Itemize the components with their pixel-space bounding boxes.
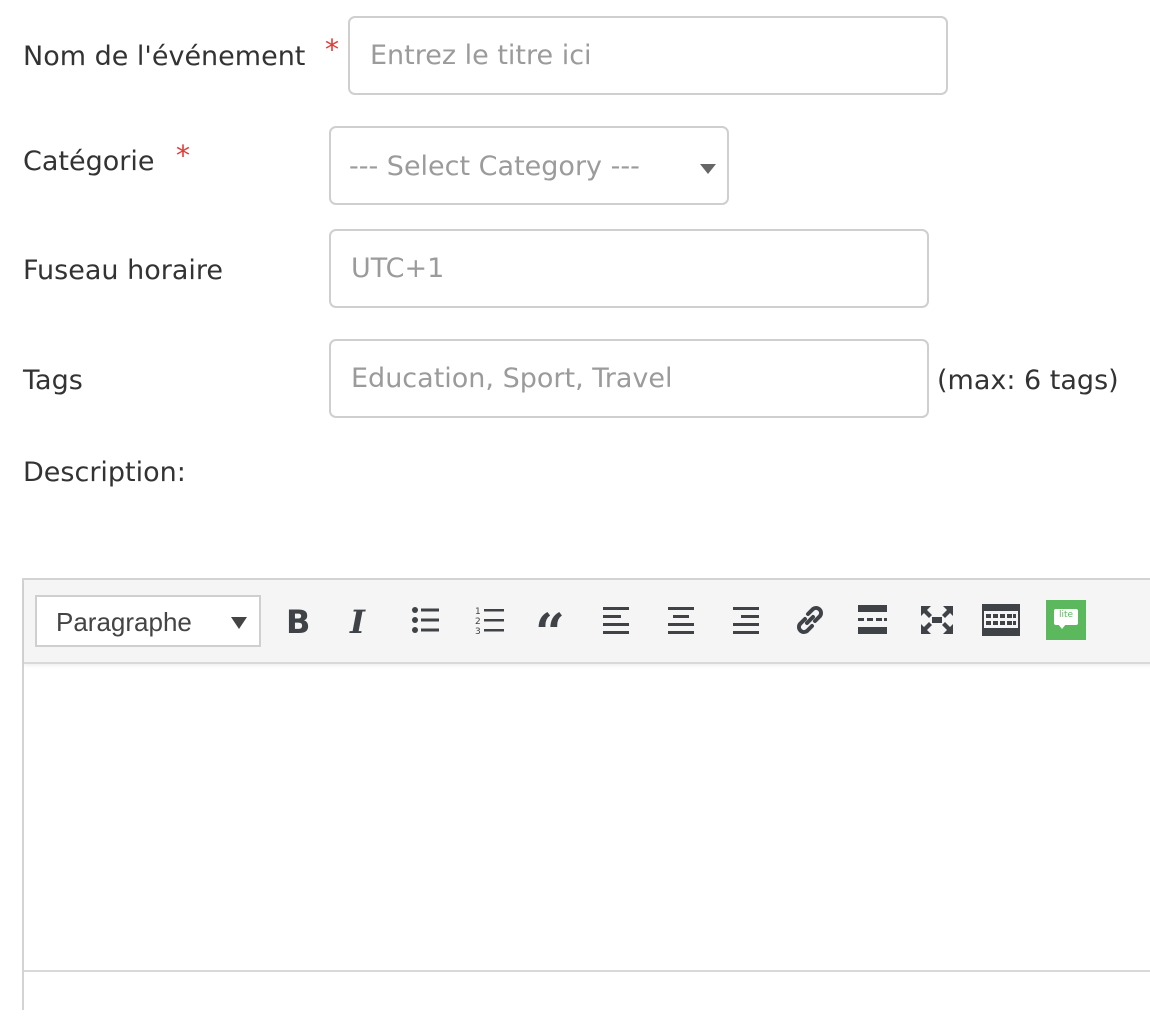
svg-text:“: “ (537, 605, 565, 635)
tags-label: Tags (23, 365, 83, 396)
bold-button[interactable]: B (275, 597, 321, 643)
align-center-button[interactable] (658, 597, 704, 643)
editor-status-bar (24, 970, 1150, 1010)
editor-content-area[interactable] (24, 662, 1150, 970)
numbered-list-button[interactable]: 1 2 3 (467, 597, 513, 643)
tags-input[interactable] (329, 339, 929, 418)
horizontal-rule-icon (858, 605, 887, 634)
bullet-list-button[interactable] (403, 597, 449, 643)
align-right-icon (733, 607, 759, 634)
lite-badge-text: lite (1058, 610, 1074, 620)
svg-text:I: I (349, 603, 366, 637)
svg-text:1: 1 (475, 607, 481, 617)
blockquote-button[interactable]: “ (531, 597, 577, 643)
category-label: Catégorie (23, 146, 155, 177)
editor-toolbar: Paragraphe B I 1 2 3 lite (24, 580, 1150, 664)
tags-hint: (max: 6 tags) (937, 365, 1119, 396)
lite-plugin-button[interactable]: lite (1043, 597, 1089, 643)
bullet-list-icon (412, 607, 439, 633)
table-icon (982, 604, 1020, 636)
align-left-button[interactable] (594, 597, 640, 643)
svg-text:2: 2 (475, 617, 481, 627)
align-center-icon (668, 607, 694, 634)
svg-text:B: B (286, 603, 310, 637)
svg-text:3: 3 (475, 627, 481, 635)
timezone-label: Fuseau horaire (23, 255, 223, 286)
category-select-value: --- Select Category --- (349, 151, 640, 182)
italic-button[interactable]: I (337, 597, 383, 643)
event-name-label: Nom de l'événement (23, 41, 306, 72)
category-required-mark: * (176, 139, 190, 172)
event-name-required-mark: * (325, 33, 339, 66)
chevron-down-icon (700, 164, 716, 174)
description-label: Description: (23, 457, 186, 488)
horizontal-rule-button[interactable] (850, 597, 896, 643)
link-button[interactable] (787, 597, 833, 643)
category-select[interactable]: --- Select Category --- (329, 126, 729, 205)
fullscreen-button[interactable] (914, 597, 960, 643)
timezone-input[interactable] (329, 229, 929, 308)
paragraph-format-select[interactable]: Paragraphe (35, 595, 261, 647)
paragraph-format-value: Paragraphe (56, 607, 192, 637)
fullscreen-icon (921, 606, 953, 634)
italic-icon: I (349, 603, 366, 637)
align-right-button[interactable] (722, 597, 768, 643)
blockquote-icon: “ (537, 605, 565, 635)
table-button[interactable] (978, 597, 1024, 643)
chat-bubble-tail (1058, 624, 1066, 629)
bold-icon: B (286, 603, 310, 637)
event-name-input[interactable] (348, 16, 948, 95)
chevron-down-icon (231, 617, 247, 629)
numbered-list-icon: 1 2 3 (475, 607, 504, 635)
description-editor: Paragraphe B I 1 2 3 lite (22, 578, 1150, 1010)
align-left-icon (603, 607, 629, 634)
lite-plugin-icon: lite (1046, 600, 1086, 640)
link-icon (797, 606, 823, 634)
